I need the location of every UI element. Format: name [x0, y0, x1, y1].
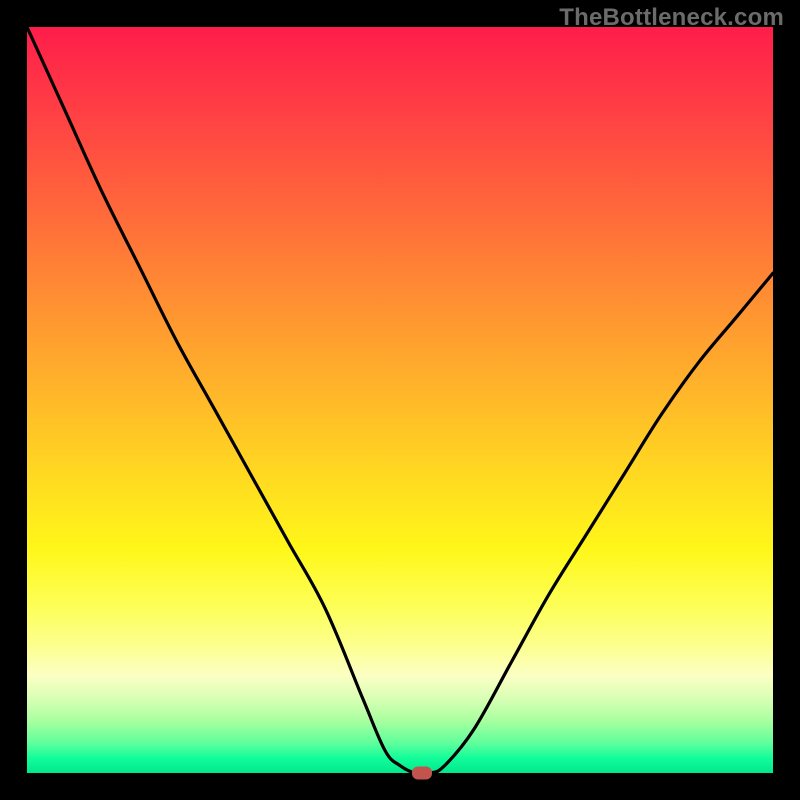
chart-frame: TheBottleneck.com	[0, 0, 800, 800]
minimum-marker	[412, 767, 432, 780]
bottleneck-curve	[27, 27, 773, 773]
plot-area	[27, 27, 773, 773]
